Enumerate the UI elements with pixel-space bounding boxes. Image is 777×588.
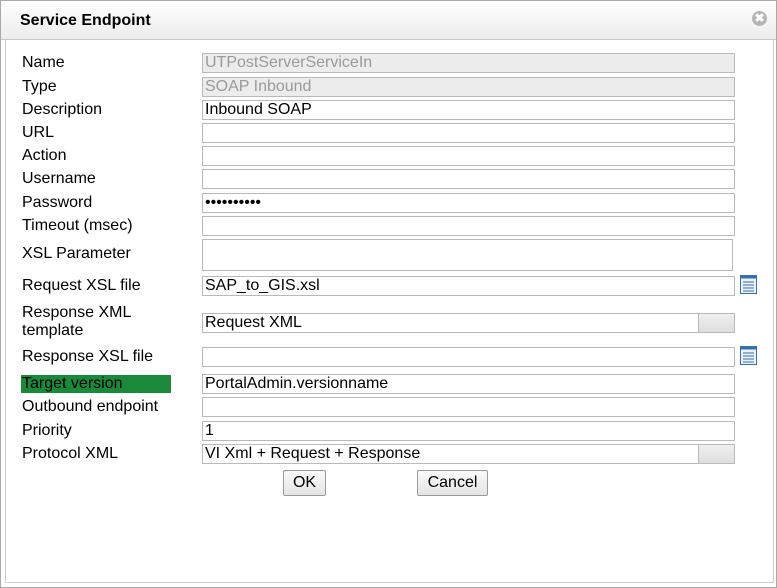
protocol-xml-select[interactable]: VI Xml + Request + Response — [202, 444, 735, 464]
url-label: URL — [22, 124, 55, 141]
ok-button[interactable]: OK — [283, 470, 326, 496]
password-field[interactable]: •••••••••• — [202, 193, 735, 213]
protocol-xml-label: Protocol XML — [22, 445, 119, 462]
request-xsl-field[interactable]: SAP_to_GIS.xsl — [202, 276, 735, 296]
outbound-endpoint-field[interactable] — [202, 397, 735, 417]
xsl-parameter-textarea[interactable] — [202, 239, 733, 271]
response-xml-template-select[interactable]: Request XML — [202, 313, 735, 333]
xsl-parameter-label: XSL Parameter — [22, 245, 131, 262]
response-xml-template-value: Request XML — [205, 314, 302, 331]
dropdown-button[interactable] — [698, 314, 734, 332]
priority-label: Priority — [22, 422, 72, 439]
request-xsl-label: Request XSL file — [22, 277, 141, 294]
url-field[interactable] — [202, 123, 735, 143]
type-label: Type — [22, 78, 57, 95]
service-endpoint-dialog: Service Endpoint ✖ Name UTPostServerServ… — [0, 0, 777, 588]
target-version-field[interactable]: PortalAdmin.versionname — [202, 374, 735, 394]
password-label: Password — [22, 194, 93, 211]
username-field[interactable] — [202, 169, 735, 189]
target-version-label: Target version — [21, 375, 171, 393]
type-field[interactable]: SOAP Inbound — [202, 77, 735, 97]
action-label: Action — [22, 147, 67, 164]
close-icon[interactable]: ✖ — [752, 11, 767, 26]
priority-field[interactable]: 1 — [202, 421, 735, 441]
name-label: Name — [22, 54, 65, 71]
dialog-titlebar: Service Endpoint ✖ — [1, 1, 776, 40]
cancel-button[interactable]: Cancel — [417, 470, 488, 496]
dialog-title: Service Endpoint — [20, 12, 151, 29]
name-field[interactable]: UTPostServerServiceIn — [202, 53, 735, 73]
action-field[interactable] — [202, 146, 735, 166]
protocol-xml-value: VI Xml + Request + Response — [205, 445, 421, 462]
response-xsl-field[interactable] — [202, 347, 735, 367]
outbound-endpoint-label: Outbound endpoint — [22, 398, 159, 415]
response-xsl-label: Response XSL file — [22, 348, 154, 365]
timeout-field[interactable] — [202, 216, 735, 236]
list-picker-icon[interactable] — [740, 275, 757, 294]
response-xml-template-label-line1: Response XML — [22, 304, 132, 321]
username-label: Username — [22, 170, 96, 187]
response-xml-template-label-line2: template — [22, 322, 84, 339]
description-label: Description — [22, 101, 103, 118]
timeout-label: Timeout (msec) — [22, 217, 133, 234]
list-picker-icon[interactable] — [740, 346, 757, 365]
description-field[interactable]: Inbound SOAP — [202, 100, 735, 120]
dropdown-button[interactable] — [698, 445, 734, 463]
